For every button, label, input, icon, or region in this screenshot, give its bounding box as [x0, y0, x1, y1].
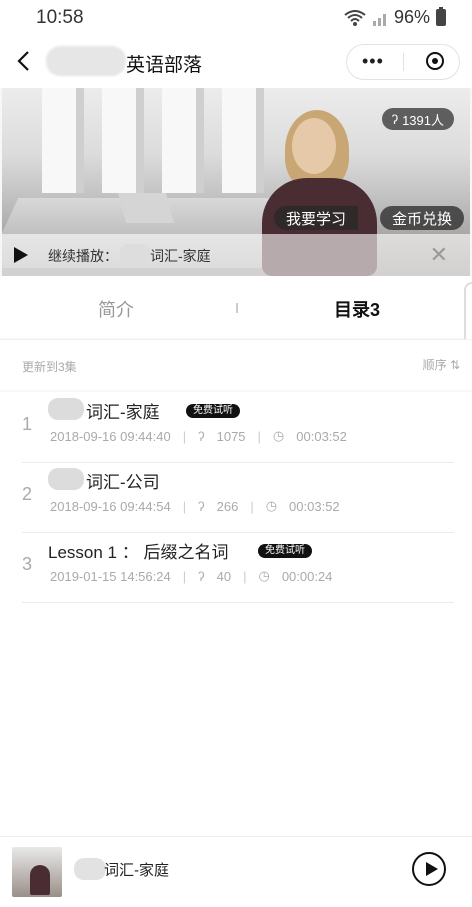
clock-icon: ◷ [265, 498, 278, 513]
close-miniprogram-icon[interactable] [426, 52, 444, 70]
coin-exchange-button[interactable]: 金币兑换 [379, 206, 464, 230]
continue-play-bar[interactable]: 继续播放： 词汇-家庭 ✕ [2, 234, 470, 276]
blurred-text [48, 398, 84, 420]
episode-title: 词汇-公司 [86, 473, 160, 492]
listener-count-badge: ʔ 1391人 [381, 108, 454, 130]
close-icon[interactable]: ✕ [430, 242, 448, 268]
wifi-icon [344, 9, 366, 26]
page-title: 英语部落 [126, 55, 203, 76]
episode-index: 1 [22, 414, 33, 434]
episode-meta: 2019-01-15 14:56:24 | ʔ 40 | ◷ 00:00:24 [50, 568, 332, 584]
separator: | [182, 428, 187, 444]
episode-date: 2019-01-15 14:56:24 [50, 568, 171, 584]
tab-separator [236, 303, 238, 313]
episode-meta: 2018-09-16 09:44:40 | ʔ 1075 | ◷ 00:03:5… [50, 428, 347, 444]
catalog-meta: 更新到3集 顺序 ⇅ [0, 339, 472, 390]
clock-icon: ◷ [272, 428, 285, 443]
learn-button[interactable]: 我要学习 [273, 206, 358, 230]
header: 英语部落 ••• [0, 36, 472, 88]
separator: | [257, 428, 261, 444]
episode-meta: 2018-09-16 09:44:54 | ʔ 266 | ◷ 00:03:52 [50, 498, 340, 514]
episode-plays: 40 [216, 568, 232, 584]
episode-title: 词汇-家庭 [86, 403, 160, 422]
mini-program-capsule: ••• [346, 44, 460, 80]
list-item[interactable]: 1 词汇-家庭 免费试听 2018-09-16 09:44:40 | ʔ 107… [22, 392, 454, 463]
episode-index: 2 [22, 484, 33, 504]
episode-date: 2018-09-16 09:44:40 [50, 428, 171, 444]
back-icon[interactable] [16, 50, 30, 72]
blurred-text [74, 858, 106, 880]
sort-icon: ⇅ [449, 358, 460, 372]
continue-title: 词汇-家庭 [150, 248, 211, 264]
player-title: 词汇-家庭 [104, 862, 169, 879]
separator: | [182, 568, 187, 584]
battery-text: 96% [393, 7, 430, 27]
player-thumbnail [12, 847, 62, 897]
episode-duration: 00:03:52 [289, 498, 340, 514]
list-item[interactable]: 3 Lesson 1 ： 后缀之名词 免费试听 2019-01-15 14:56… [22, 532, 454, 603]
blurred-account-name [46, 46, 126, 76]
list-item[interactable]: 2 词汇-公司 2018-09-16 09:44:54 | ʔ 266 | ◷ … [22, 462, 454, 533]
tab-bar: 简介 目录3 [0, 276, 472, 338]
cover-laptop [117, 193, 175, 223]
play-icon[interactable] [14, 247, 28, 263]
ear-icon: ʔ [391, 111, 399, 127]
episode-duration: 00:03:52 [296, 428, 347, 444]
separator: | [250, 498, 254, 514]
cover-person-head [292, 118, 336, 174]
separator: | [243, 568, 247, 584]
blurred-text [120, 244, 150, 264]
cover-window [42, 88, 84, 193]
capsule-divider [403, 53, 404, 71]
more-icon[interactable]: ••• [362, 51, 384, 72]
tab-intro[interactable]: 简介 [98, 296, 134, 322]
tab-catalog[interactable]: 目录3 [334, 296, 380, 322]
player-play-icon[interactable] [412, 852, 446, 886]
ear-icon: ʔ [198, 498, 205, 514]
episode-duration: 00:00:24 [281, 568, 333, 584]
continue-label: 继续播放： [48, 248, 118, 264]
episode-date: 2018-09-16 09:44:54 [50, 498, 171, 514]
updated-text: 更新到3集 [22, 360, 77, 374]
status-right: 96% [344, 7, 446, 28]
status-bar: 10:58 96% [0, 0, 472, 36]
free-trial-badge: 免费试听 [186, 404, 240, 418]
blurred-text [48, 468, 84, 490]
listener-count: 1391人 [402, 112, 444, 128]
signal-icon [372, 13, 386, 26]
episode-plays: 266 [216, 498, 239, 514]
ear-icon: ʔ [198, 428, 205, 444]
battery-icon [436, 7, 446, 26]
episode-list: 1 词汇-家庭 免费试听 2018-09-16 09:44:40 | ʔ 107… [0, 392, 472, 836]
episode-plays: 1075 [216, 428, 246, 444]
mini-player[interactable]: 词汇-家庭 [0, 836, 472, 907]
course-cover: ʔ 1391人 我要学习 金币兑换 继续播放： 词汇-家庭 ✕ [2, 88, 470, 276]
ear-icon: ʔ [198, 568, 205, 584]
sort-order-button[interactable]: 顺序 ⇅ [423, 356, 460, 373]
order-label: 顺序 [422, 358, 447, 372]
cover-window [162, 88, 204, 193]
cover-window [102, 88, 144, 193]
episode-index: 3 [22, 554, 33, 574]
episode-title: Lesson 1 ： 后缀之名词 [48, 543, 229, 562]
separator: | [182, 498, 187, 514]
cover-window [222, 88, 264, 193]
clock-icon: ◷ [258, 568, 270, 583]
free-trial-badge: 免费试听 [258, 544, 312, 558]
status-time: 10:58 [36, 7, 84, 28]
